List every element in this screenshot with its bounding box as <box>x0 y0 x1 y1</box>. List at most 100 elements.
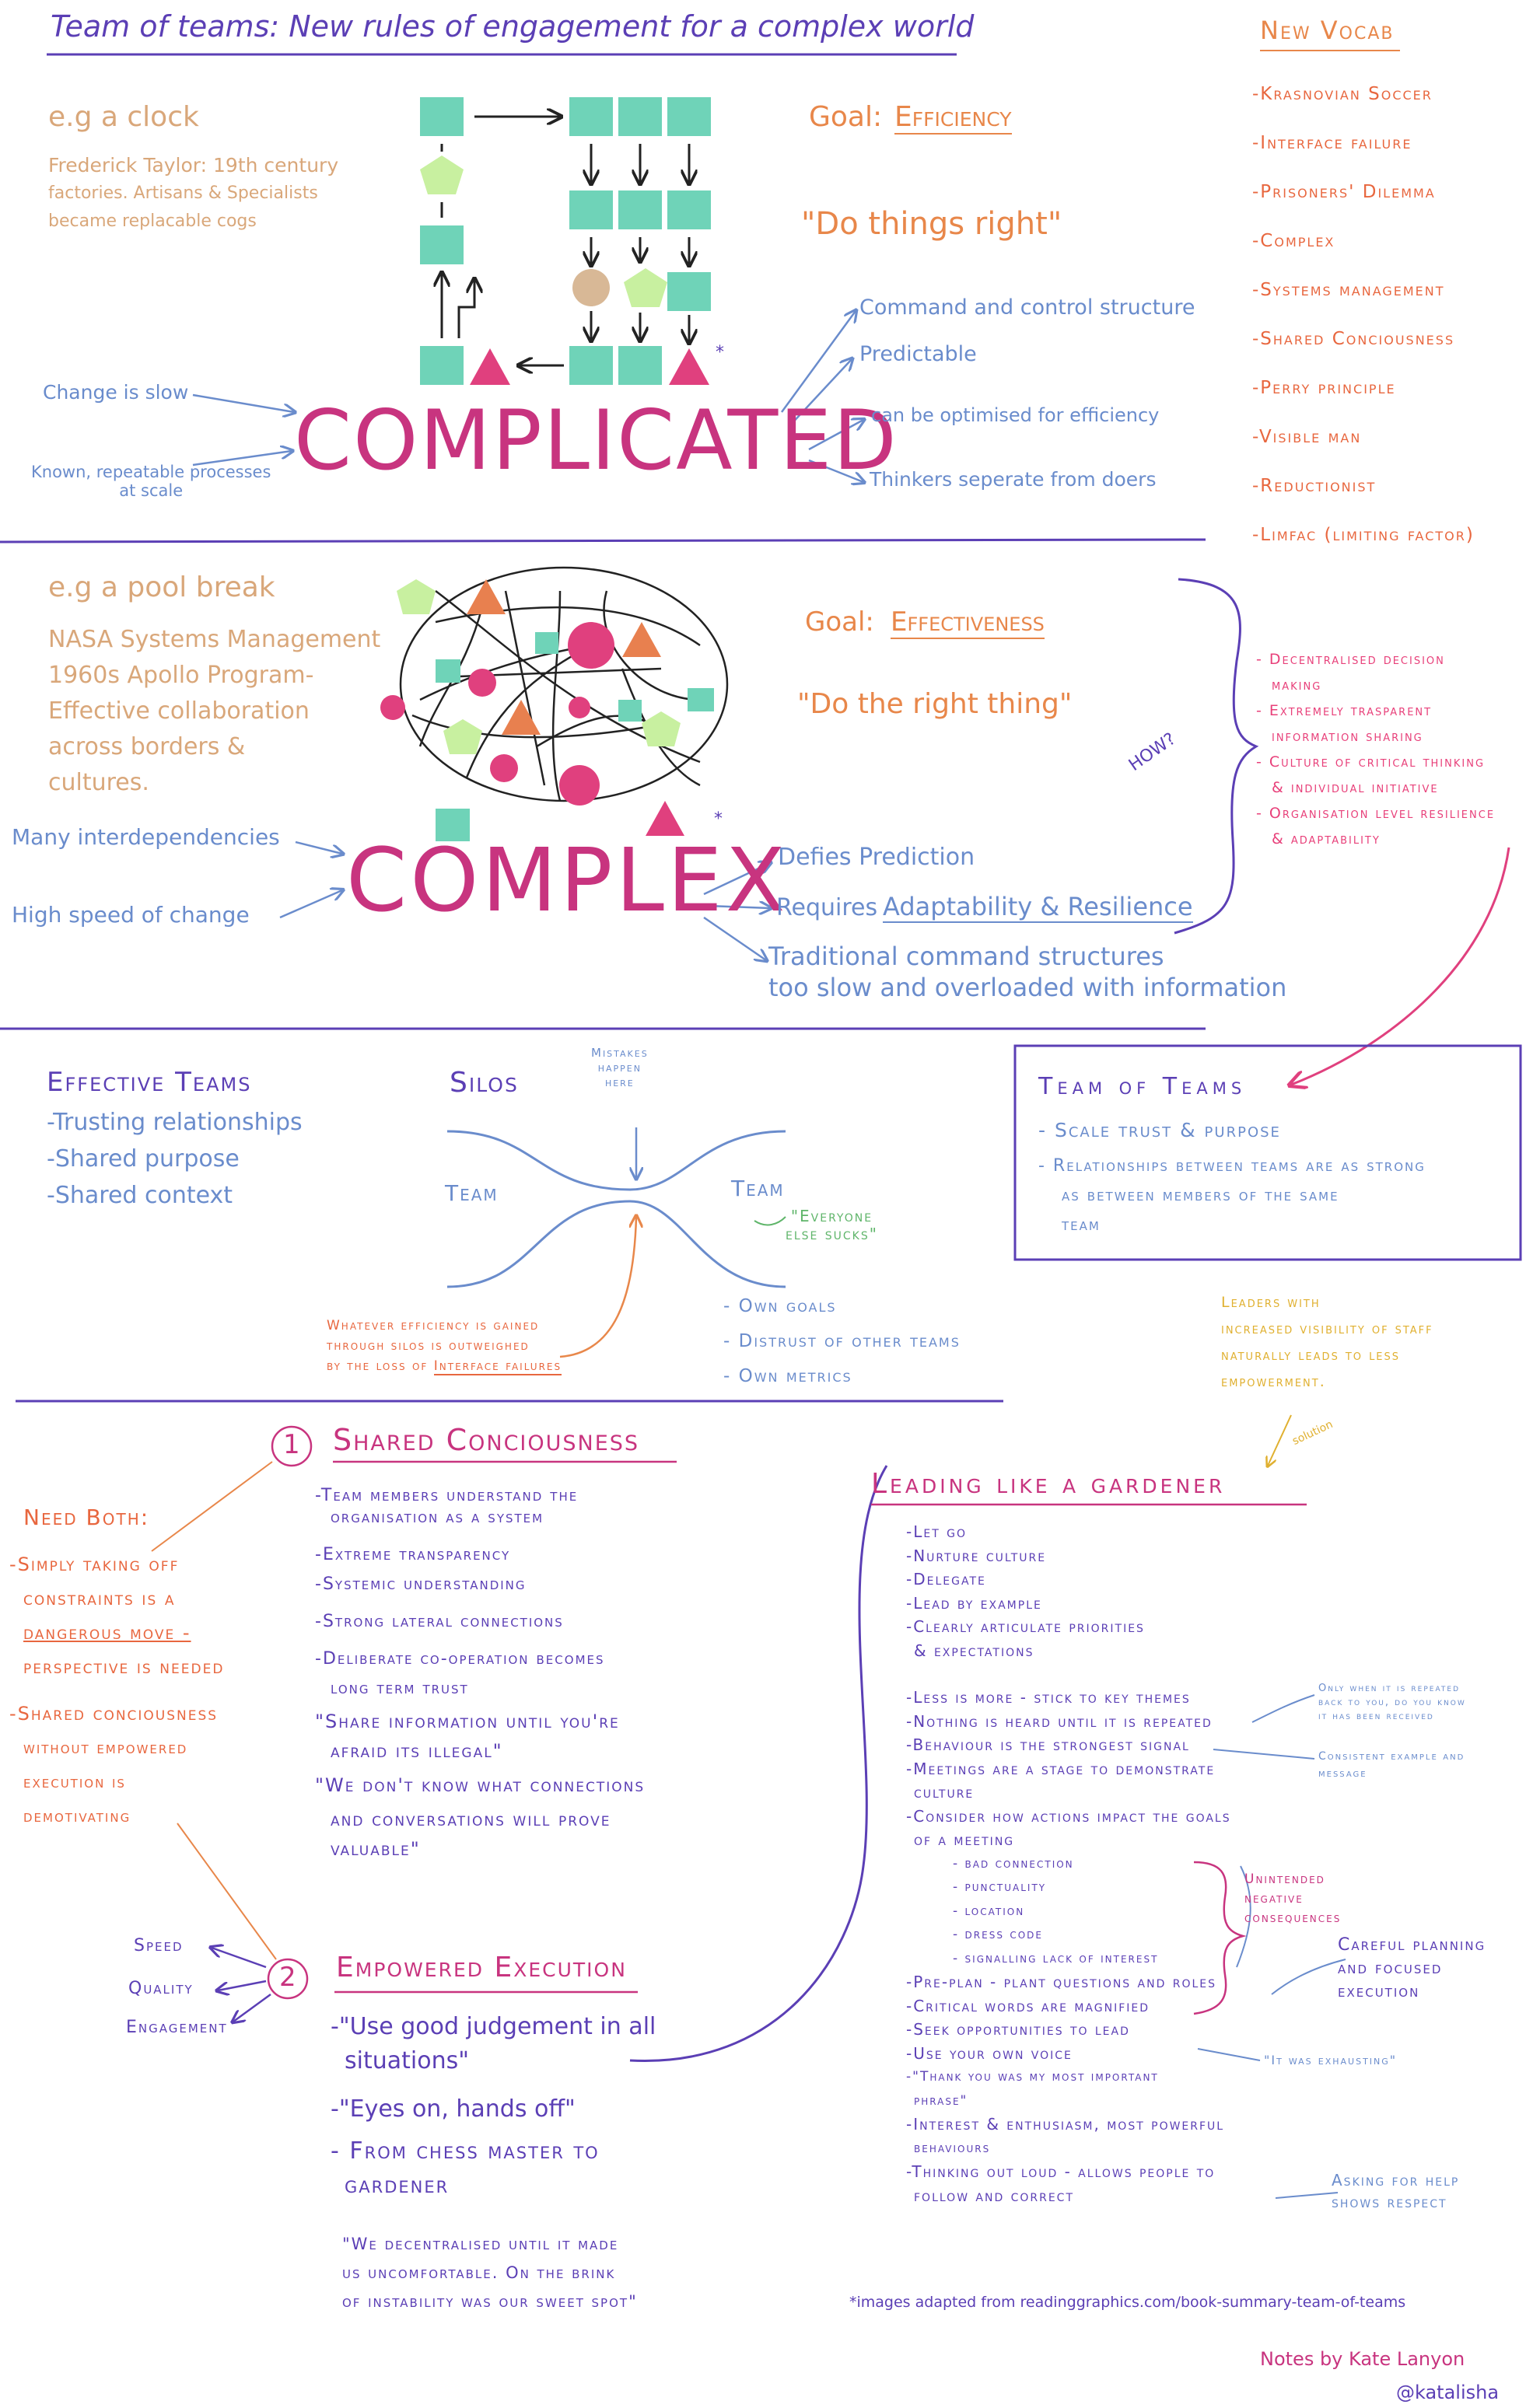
gardener-item: -Less is more - stick to key themes <box>906 1688 1191 1707</box>
silo-property: - Distrust of other teams <box>723 1331 961 1351</box>
note-line: Consistent example and <box>1318 1750 1465 1763</box>
gardener-item: -"Thank you was my most important <box>906 2069 1159 2085</box>
complicated-description: Frederick Taylor: 19th century factories… <box>48 152 338 236</box>
shared-item: afraid its illegal" <box>331 1740 503 1762</box>
silo-property: - Own metrics <box>723 1366 852 1386</box>
mistakes-line: happen <box>597 1061 642 1075</box>
need-both-item: dangerous move - <box>23 1622 191 1644</box>
gardener-item: follow and correct <box>914 2186 1075 2205</box>
input-line: at scale <box>119 481 184 500</box>
complicated-desc-line: became replacable cogs <box>48 211 257 231</box>
gardener-item: -Critical words are magnified <box>906 1996 1150 2015</box>
how-item: information sharing <box>1272 728 1423 745</box>
empowered-list: -"Use good judgement in all situations" … <box>331 2010 656 2203</box>
silo-properties: - Own goals - Distrust of other teams - … <box>723 1289 961 1394</box>
efficiency-note: Whatever efficiency is gained through si… <box>327 1316 562 1376</box>
everyone-else-note: "Everyone else sucks" <box>786 1207 878 1243</box>
note-line: Unintended <box>1244 1872 1325 1887</box>
need-both-heading: Need Both: <box>23 1505 150 1530</box>
gardener-heading: Leading like a gardener <box>871 1468 1226 1500</box>
gardener-list: -Let go -Nurture culture -Delegate -Lead… <box>906 1520 1231 2207</box>
note-line: shows respect <box>1332 2193 1447 2211</box>
leaders-line: Leaders with <box>1221 1294 1321 1311</box>
gardener-item: - location <box>953 1903 1025 1919</box>
gardener-spacer <box>906 1662 1231 1686</box>
page-title: Team of teams: New rules of engagement f… <box>51 9 975 44</box>
svg-text:*: * <box>714 809 723 829</box>
shared-item: valuable" <box>331 1838 421 1860</box>
effective-teams-list: -Trusting relationships -Shared purpose … <box>47 1104 303 1214</box>
tot-item: team <box>1062 1215 1101 1235</box>
gardener-item: -Lead by example <box>906 1593 1042 1613</box>
complex-quote: "Do the right thing" <box>797 688 1073 720</box>
tot-item: - Scale trust & purpose <box>1038 1119 1281 1141</box>
complicated-quote: "Do things right" <box>801 206 1062 242</box>
empowered-item: situations" <box>345 2047 470 2074</box>
tot-item: as between members of the same <box>1062 1186 1339 1205</box>
shared-item: long term trust <box>331 1679 469 1698</box>
note-line: Careful planning <box>1338 1935 1486 1955</box>
traditional-line: Traditional command structures <box>768 942 1164 971</box>
empowered-item: -"Use good judgement in all <box>331 2013 656 2040</box>
need-both-item: -Shared conciousness <box>9 1703 219 1725</box>
empowered-item: gardener <box>345 2172 450 2199</box>
gardener-item: - bad connection <box>953 1855 1074 1872</box>
complex-word: COMPLEX <box>346 830 789 931</box>
silos-label: Silos <box>450 1067 519 1099</box>
gardener-item: -Behaviour is the strongest signal <box>906 1735 1190 1754</box>
efficiency-line: through silos is outweighed <box>327 1338 530 1354</box>
complex-desc-line: Effective collaboration <box>48 697 310 725</box>
complex-output-requires: Requires <box>776 894 878 921</box>
mistakes-line: here <box>604 1075 635 1089</box>
effective-item: -Shared context <box>47 1182 233 1209</box>
gardener-item: -Pre-plan - plant questions and roles <box>906 1973 1217 1991</box>
gardener-item: -Nothing is heard until it is repeated <box>906 1711 1213 1731</box>
shared-number: 1 <box>283 1429 300 1460</box>
complicated-desc-line: Frederick Taylor: 19th century <box>48 154 339 176</box>
shared-item: -Systemic understanding <box>315 1574 527 1594</box>
empowered-number: 2 <box>279 1962 296 1993</box>
complex-output-defies: Defies Prediction <box>778 844 975 871</box>
note-line: back to you, do you know <box>1318 1697 1466 1708</box>
leaders-note: Leaders with increased visibility of sta… <box>1221 1289 1433 1395</box>
leaders-line: empowerment. <box>1221 1373 1326 1390</box>
note-line: negative <box>1244 1891 1304 1906</box>
silo-property: - Own goals <box>723 1296 837 1316</box>
how-list: - Decentralised decision making - Extrem… <box>1256 647 1495 852</box>
vocab-heading: New Vocab <box>1260 16 1395 45</box>
vocab-item: -Prisoners' Dilemma <box>1252 182 1436 202</box>
gardener-item: culture <box>914 1783 975 1802</box>
vocab-item: -Complex <box>1252 231 1335 251</box>
outcome-engagement: Engagement <box>126 2018 228 2037</box>
note-line: consequences <box>1244 1910 1342 1926</box>
gardener-item: & expectations <box>914 1641 1034 1660</box>
need-both-list: -Simply taking off constraints is a dang… <box>9 1547 224 1833</box>
silos-curves <box>446 1130 786 1288</box>
gardener-item: -Interest & enthusiasm, most powerful <box>906 2115 1225 2134</box>
vocab-item: -Reductionist <box>1252 476 1377 496</box>
need-both-item: constraints is a <box>23 1588 176 1609</box>
team-of-teams-heading: Team of Teams <box>1038 1073 1247 1100</box>
vocab-item: -Limfac (limiting factor) <box>1252 525 1475 545</box>
gardener-item: -Seek opportunities to lead <box>906 2020 1130 2039</box>
empowered-quote-line: us uncomfortable. On the brink <box>342 2263 616 2282</box>
shared-item: -Deliberate co-operation becomes <box>315 1649 605 1669</box>
gardener-item: -Meetings are a stage to demonstrate <box>906 1759 1216 1778</box>
note-line: Asking for help <box>1332 2171 1460 2190</box>
empowered-quote: "We decentralised until it made us uncom… <box>342 2230 638 2316</box>
empowered-item: - From chess master to <box>331 2137 600 2165</box>
efficiency-line-text: by the loss of <box>327 1358 429 1374</box>
shared-item: and conversations will prove <box>331 1809 611 1830</box>
complicated-goal-value: Efficiency <box>894 101 1012 135</box>
vocab-item: -Perry principle <box>1252 378 1396 398</box>
mistakes-line: Mistakes <box>591 1046 649 1060</box>
complex-goal-label: Goal: <box>805 606 874 638</box>
effective-item: -Shared purpose <box>47 1145 240 1173</box>
tot-item: - Relationships between teams are as str… <box>1038 1156 1426 1176</box>
gardener-item: - punctuality <box>953 1879 1047 1895</box>
silo-team-left: Team <box>445 1180 499 1206</box>
note-careful: Careful planning and focused execution <box>1338 1934 1486 2004</box>
complex-desc-line: NASA Systems Management <box>48 626 381 653</box>
how-item: - Culture of critical thinking <box>1256 753 1486 771</box>
complex-input-speed: High speed of change <box>12 902 250 928</box>
